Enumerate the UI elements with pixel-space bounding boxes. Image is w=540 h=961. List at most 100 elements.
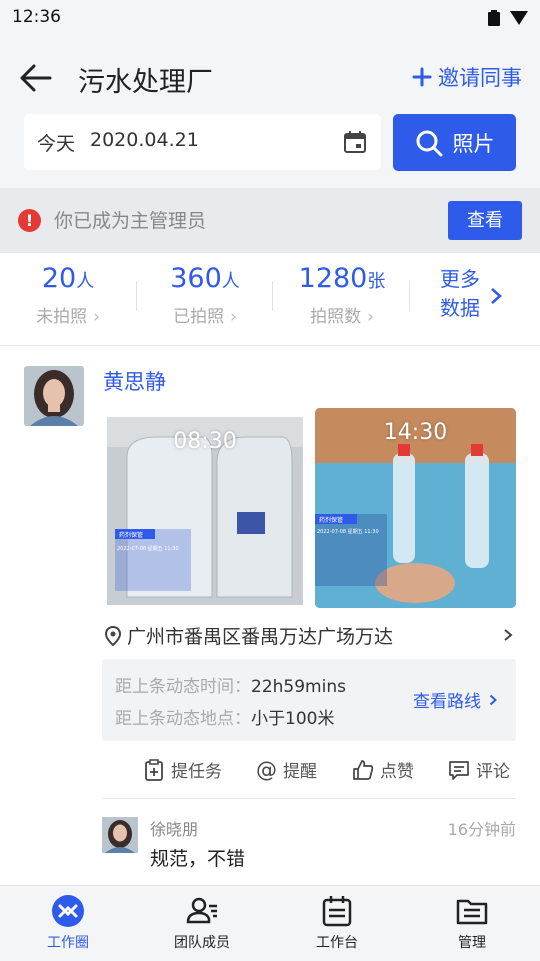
back-arrow-icon[interactable] bbox=[18, 62, 54, 94]
comment-avatar[interactable] bbox=[102, 817, 138, 853]
plus-icon bbox=[412, 67, 432, 87]
thumbs-up-icon bbox=[353, 759, 374, 780]
stat-label: 已拍照 bbox=[173, 307, 225, 327]
last-time-row: 距上条动态时间：22h59mins bbox=[115, 672, 346, 697]
invite-colleague-button[interactable]: 邀请同事 bbox=[412, 62, 522, 92]
avatar[interactable] bbox=[24, 366, 84, 426]
post-actions: 提任务 @ 提醒 点赞 评论 bbox=[143, 757, 518, 783]
comment-time: 16分钟前 bbox=[447, 820, 516, 839]
remind-button[interactable]: @ 提醒 bbox=[256, 757, 317, 783]
chevron-right-icon bbox=[489, 694, 497, 705]
comment-icon bbox=[449, 760, 469, 780]
like-button[interactable]: 点赞 bbox=[352, 757, 414, 782]
photo-watermark-title: 药剂保管 bbox=[119, 531, 143, 539]
view-route-link[interactable]: 查看路线 bbox=[413, 687, 497, 712]
photo-button-label: 照片 bbox=[452, 131, 495, 156]
status-icons bbox=[488, 10, 528, 26]
last-place-value: 小于100米 bbox=[251, 709, 335, 729]
photo-watermark-title: 药剂保管 bbox=[319, 516, 343, 524]
chevron-right-icon[interactable] bbox=[503, 628, 513, 642]
last-activity-info: 距上条动态时间：22h59mins 距上条动态地点：小于100米 查看路线 bbox=[102, 659, 516, 741]
photo-time: 08:30 bbox=[173, 429, 237, 454]
comment-label: 评论 bbox=[476, 762, 510, 782]
status-bar: 12:36 bbox=[0, 0, 540, 36]
search-icon bbox=[416, 130, 442, 156]
team-members-icon bbox=[186, 897, 217, 924]
stat-unit: 张 bbox=[367, 271, 386, 292]
task-icon bbox=[145, 758, 163, 781]
comment-user-name[interactable]: 徐晓朋 bbox=[150, 816, 198, 840]
stat-value: 360 bbox=[170, 263, 222, 294]
more-data-line2: 数据 bbox=[440, 296, 480, 320]
battery-icon bbox=[488, 10, 500, 26]
work-circle-icon bbox=[52, 895, 84, 927]
page-title: 污水处理厂 bbox=[78, 67, 213, 98]
stat-photographed[interactable]: 360人 已拍照 › bbox=[145, 263, 265, 327]
photo-watermark-date: 2022-07-08 星期五 11:30 bbox=[117, 546, 179, 552]
tab-team-members[interactable]: 团队成员 bbox=[152, 894, 252, 952]
post-photo-2[interactable]: 药剂保管 2022-07-08 星期五 11:30 14:30 bbox=[315, 408, 516, 608]
invite-label: 邀请同事 bbox=[438, 66, 522, 90]
stat-not-photographed[interactable]: 20人 未拍照 › bbox=[8, 263, 128, 327]
stat-unit: 人 bbox=[76, 271, 95, 292]
chevron-right-icon: › bbox=[230, 307, 237, 327]
photo-watermark-date: 2022-07-08 星期五 11:30 bbox=[317, 529, 379, 535]
divider bbox=[102, 798, 516, 799]
more-data-link[interactable]: 更多 数据 bbox=[440, 265, 480, 323]
calendar-icon bbox=[322, 896, 352, 927]
chevron-right-icon: › bbox=[93, 307, 100, 327]
tab-label: 管理 bbox=[458, 935, 486, 951]
folder-icon bbox=[456, 899, 488, 925]
tab-label: 工作圈 bbox=[47, 935, 89, 951]
tab-label: 团队成员 bbox=[174, 935, 230, 951]
photo-time: 14:30 bbox=[383, 420, 448, 445]
stat-photo-count[interactable]: 1280张 拍照数 › bbox=[282, 263, 402, 327]
stat-label: 拍照数 bbox=[310, 307, 362, 327]
divider bbox=[409, 281, 410, 311]
stat-label: 未拍照 bbox=[36, 307, 88, 327]
date-label: 今天 bbox=[37, 133, 76, 155]
alert-icon: ! bbox=[18, 209, 41, 232]
last-time-value: 22h59mins bbox=[251, 677, 346, 697]
tab-workbench[interactable]: 工作台 bbox=[287, 894, 387, 952]
signal-icon bbox=[510, 11, 528, 25]
chevron-right-icon bbox=[491, 288, 502, 304]
post-user-name[interactable]: 黄思静 bbox=[103, 366, 166, 396]
photo-button[interactable]: 照片 bbox=[393, 114, 516, 171]
comment-button[interactable]: 评论 bbox=[448, 757, 510, 782]
view-route-label: 查看路线 bbox=[413, 692, 481, 712]
bottom-tab-bar: 工作圈 团队成员 工作台 管理 bbox=[0, 885, 540, 961]
last-place-label: 距上条动态地点： bbox=[115, 709, 251, 729]
view-notice-button[interactable]: 查看 bbox=[448, 201, 522, 240]
stat-value: 1280 bbox=[298, 263, 368, 294]
remind-label: 提醒 bbox=[283, 762, 317, 782]
notice-text: 你已成为主管理员 bbox=[54, 210, 207, 232]
divider bbox=[136, 281, 137, 311]
date-value: 2020.04.21 bbox=[90, 129, 199, 151]
at-icon: @ bbox=[256, 757, 277, 782]
date-picker[interactable]: 今天 2020.04.21 bbox=[24, 114, 381, 170]
more-data-line1: 更多 bbox=[440, 267, 480, 291]
admin-notice: ! 你已成为主管理员 查看 bbox=[0, 188, 540, 253]
chevron-right-icon: › bbox=[367, 307, 374, 327]
last-place-row: 距上条动态地点：小于100米 bbox=[115, 704, 334, 729]
post-photo-1[interactable]: 药剂保管 2022-07-08 星期五 11:30 08:30 bbox=[107, 417, 303, 605]
status-time: 12:36 bbox=[12, 7, 61, 27]
create-task-label: 提任务 bbox=[171, 762, 222, 782]
feed: 黄思静 药剂保管 2022-07-08 星期五 11:30 08:30 药剂保管… bbox=[0, 346, 540, 886]
create-task-button[interactable]: 提任务 bbox=[143, 757, 222, 782]
like-label: 点赞 bbox=[380, 762, 414, 782]
divider bbox=[272, 281, 273, 311]
stat-unit: 人 bbox=[221, 271, 240, 292]
last-time-label: 距上条动态时间： bbox=[115, 677, 251, 697]
location-text: 广州市番禺区番禺万达广场万达 bbox=[127, 626, 394, 648]
post-location[interactable]: 广州市番禺区番禺万达广场万达 bbox=[105, 622, 393, 649]
header: 污水处理厂 邀请同事 今天 2020.04.21 照片 bbox=[0, 36, 540, 188]
stat-value: 20 bbox=[41, 263, 77, 294]
location-pin-icon bbox=[105, 625, 121, 646]
tab-label: 工作台 bbox=[316, 935, 358, 951]
calendar-icon[interactable] bbox=[343, 130, 367, 154]
tab-management[interactable]: 管理 bbox=[422, 894, 522, 952]
tab-work-circle[interactable]: 工作圈 bbox=[18, 894, 118, 952]
comment-text: 规范，不错 bbox=[150, 848, 246, 870]
